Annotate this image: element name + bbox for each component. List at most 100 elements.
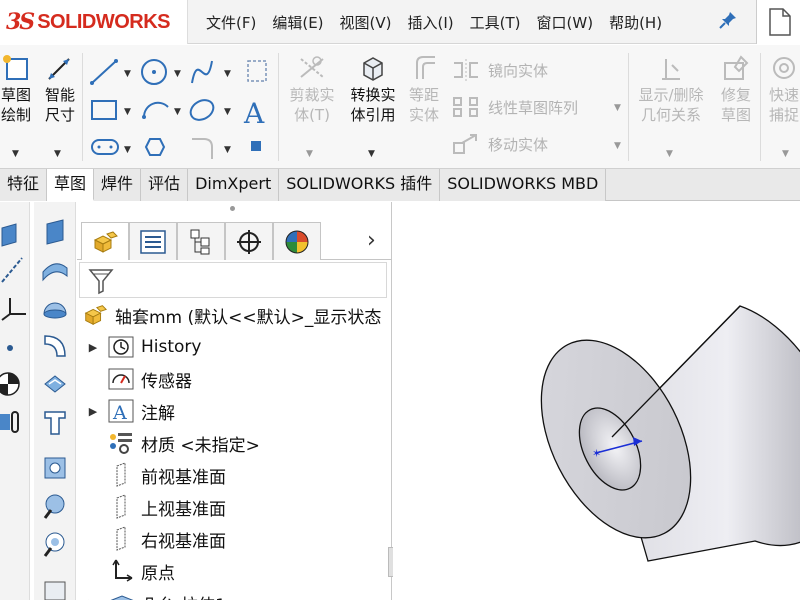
pin-icon[interactable]	[718, 10, 738, 35]
sweep-icon[interactable]	[41, 332, 69, 360]
display-delete-relations-button[interactable]: 显示/删除 几何关系	[632, 53, 710, 125]
trim-dropdown-caret[interactable]: ▼	[306, 149, 313, 159]
tabs-scroll-right-icon[interactable]: ›	[367, 228, 376, 253]
sketch-button[interactable]: 草图 绘制	[0, 53, 34, 125]
tab-solidworks-addins[interactable]: SOLIDWORKS 插件	[279, 169, 441, 201]
menu-help[interactable]: 帮助(H)	[609, 12, 662, 33]
tab-property-manager[interactable]	[129, 222, 177, 260]
slot-icon[interactable]	[91, 139, 119, 155]
arc-icon[interactable]	[142, 101, 169, 119]
cut-extrude-icon[interactable]	[41, 454, 69, 482]
tree-item-material[interactable]: 材质 <未指定>	[85, 428, 260, 458]
center-of-mass-icon[interactable]	[0, 370, 22, 398]
construction-grid-icon[interactable]	[247, 60, 267, 82]
line-dropdown-caret[interactable]: ▼	[124, 69, 131, 79]
rectangle-icon[interactable]	[91, 100, 117, 120]
text-icon[interactable]: A	[243, 97, 265, 130]
fillet-icon[interactable]	[192, 138, 213, 159]
tab-dimxpert[interactable]: DimXpert	[188, 169, 280, 201]
tree-item-origin[interactable]: 原点	[85, 556, 175, 586]
box-icon[interactable]	[41, 576, 69, 600]
menu-insert[interactable]: 插入(I)	[408, 12, 454, 33]
tree-item-right-plane[interactable]: 右视基准面	[85, 524, 226, 554]
panel-grip-handle[interactable]	[230, 206, 235, 211]
move-icon	[453, 134, 477, 154]
spline-dropdown-caret[interactable]: ▼	[224, 69, 231, 79]
ellipse-dropdown-caret[interactable]: ▼	[224, 107, 231, 117]
line-icon[interactable]	[90, 59, 118, 85]
revolve-cut-icon[interactable]	[41, 530, 69, 558]
menu-file[interactable]: 文件(F)	[206, 12, 256, 33]
circle-dropdown-caret[interactable]: ▼	[174, 69, 181, 79]
hole-wizard-icon[interactable]	[41, 492, 69, 520]
tab-feature-tree[interactable]	[81, 222, 129, 260]
axis-icon[interactable]	[0, 256, 28, 284]
rectangle-dropdown-caret[interactable]: ▼	[124, 107, 131, 117]
repair-sketch-button[interactable]: 修复 草图	[714, 53, 758, 125]
point-ref-icon[interactable]	[0, 334, 28, 362]
circle-icon[interactable]	[141, 59, 167, 85]
expand-arrow-icon[interactable]: ▶	[85, 597, 101, 600]
ellipse-icon[interactable]	[187, 96, 217, 124]
convert-label-1: 转换实	[350, 86, 396, 104]
menu-tools[interactable]: 工具(T)	[470, 12, 521, 33]
dome-icon[interactable]	[41, 294, 69, 322]
slot-dropdown-caret[interactable]: ▼	[124, 145, 131, 155]
tab-evaluate[interactable]: 评估	[141, 169, 189, 201]
smart-dimension-button[interactable]: 智能 尺寸	[40, 53, 80, 125]
linear-pattern-button[interactable]: 线性草图阵列	[452, 96, 578, 118]
sketch-icon	[3, 55, 28, 80]
shell-icon[interactable]	[41, 408, 69, 436]
expand-arrow-icon[interactable]: ▶	[85, 405, 101, 418]
coordinate-system-icon[interactable]	[0, 294, 28, 322]
tree-item-boss-extrude[interactable]: ▶ 凸台-拉伸1	[85, 588, 226, 600]
fillet-dropdown-caret[interactable]: ▼	[224, 145, 231, 155]
sheet-metal-base-icon[interactable]	[41, 218, 69, 246]
mate-reference-icon[interactable]	[0, 408, 24, 436]
swept-boss-icon[interactable]	[41, 256, 69, 284]
expand-arrow-icon[interactable]: ▶	[85, 341, 101, 354]
quick-snaps-dropdown-caret[interactable]: ▼	[782, 149, 789, 159]
plane-view-icon[interactable]	[0, 220, 28, 248]
menu-edit[interactable]: 编辑(E)	[272, 12, 323, 33]
solidworks-logo[interactable]: 3S SOLIDWORKS	[0, 0, 188, 44]
tab-features[interactable]: 特征	[0, 169, 48, 201]
tree-item-history[interactable]: ▶ History	[85, 332, 201, 362]
flex-icon[interactable]	[41, 370, 69, 398]
menu-window[interactable]: 窗口(W)	[537, 12, 594, 33]
spline-icon[interactable]	[191, 60, 213, 84]
tree-item-front-plane[interactable]: 前视基准面	[85, 460, 226, 490]
tab-weldments[interactable]: 焊件	[94, 169, 142, 201]
point-icon[interactable]	[251, 141, 261, 151]
mirror-entities-button[interactable]: 镜向实体	[452, 59, 548, 81]
feature-tree-filter-bar[interactable]	[79, 262, 387, 298]
tab-sketch[interactable]: 草图	[47, 169, 95, 201]
tree-root-part[interactable]: 轴套mm (默认<<默认>_显示状态	[81, 300, 381, 330]
tree-item-top-plane[interactable]: 上视基准面	[85, 492, 226, 522]
convert-dropdown-caret[interactable]: ▼	[368, 149, 375, 159]
ribbon-separator	[82, 53, 83, 161]
trim-entities-button[interactable]: 剪裁实 体(T)	[284, 53, 340, 125]
offset-entities-button[interactable]: 等距 实体	[404, 53, 444, 125]
tab-solidworks-mbd[interactable]: SOLIDWORKS MBD	[440, 169, 607, 201]
tab-dimxpert-manager[interactable]	[225, 222, 273, 260]
pattern-dropdown-caret[interactable]: ▼	[614, 103, 621, 113]
tab-configuration-manager[interactable]	[177, 222, 225, 260]
tree-item-annotations[interactable]: ▶ A 注解	[85, 396, 175, 426]
quick-snaps-button[interactable]: 快速 捕捉	[764, 53, 800, 125]
tree-item-sensors[interactable]: 传感器	[85, 364, 192, 394]
polygon-icon[interactable]	[144, 138, 166, 156]
filter-icon[interactable]	[88, 267, 114, 295]
tab-display-manager[interactable]	[273, 222, 321, 260]
convert-entities-button[interactable]: 转换实 体引用	[344, 53, 402, 125]
relations-dropdown-caret[interactable]: ▼	[666, 149, 673, 159]
arc-dropdown-caret[interactable]: ▼	[174, 107, 181, 117]
bushing-model[interactable]: ✶	[393, 202, 800, 600]
graphics-viewport[interactable]: ✶	[393, 202, 800, 600]
sketch-dropdown-caret[interactable]: ▼	[12, 149, 19, 159]
menu-view[interactable]: 视图(V)	[340, 12, 392, 33]
dimension-dropdown-caret[interactable]: ▼	[54, 149, 61, 159]
move-entities-button[interactable]: 移动实体	[452, 133, 548, 155]
move-dropdown-caret[interactable]: ▼	[614, 141, 621, 151]
new-document-button[interactable]	[756, 0, 800, 44]
